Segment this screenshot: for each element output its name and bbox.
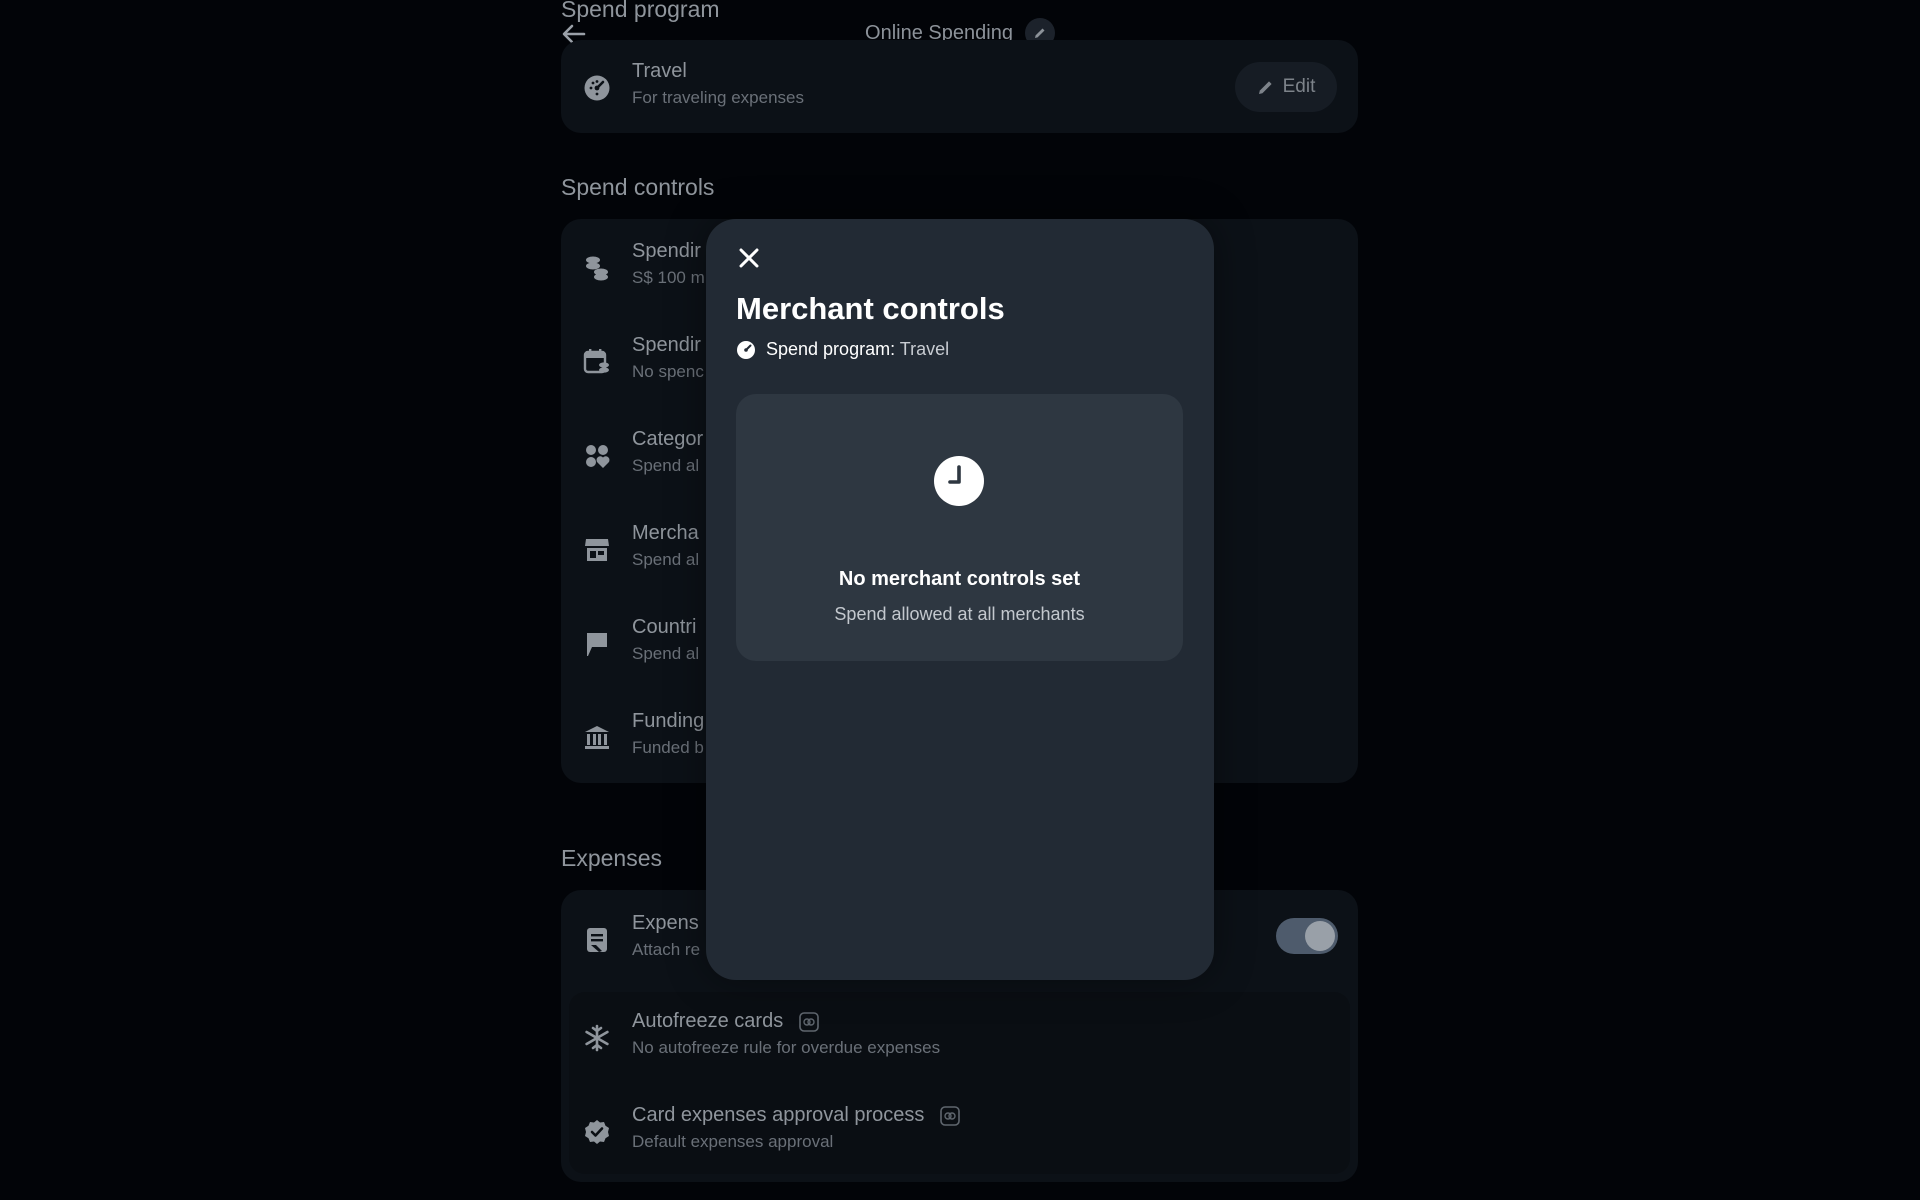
modal-program-line: Spend program: Travel	[736, 339, 949, 360]
empty-state: No merchant controls set Spend allowed a…	[736, 394, 1183, 661]
control-subtitle: Spend al	[632, 644, 700, 663]
spend-controls-heading: Spend controls	[561, 174, 715, 200]
control-subtitle: Funded b	[632, 738, 704, 757]
control-title: Spendir	[632, 240, 701, 262]
approval-title: Card expenses approval process	[632, 1104, 960, 1127]
program-label: Spend program:	[766, 339, 896, 359]
expenses-heading: Expenses	[561, 845, 663, 871]
spend-program-card: Travel For traveling expenses Edit	[561, 40, 1358, 133]
receipt-icon	[581, 924, 613, 956]
control-title: Countri	[632, 616, 697, 638]
merchant-controls-modal: Merchant controls Spend program: Travel …	[706, 219, 1214, 980]
approval-row[interactable]: Card expenses approval process Default e…	[569, 1102, 1350, 1162]
program-subtitle: For traveling expenses	[632, 88, 804, 107]
coins-icon	[581, 252, 613, 284]
autofreeze-row[interactable]: Autofreeze cards No autofreeze rule for …	[569, 1008, 1350, 1068]
edit-program-button[interactable]: Edit	[1235, 62, 1337, 112]
approval-label: Card expenses approval process	[632, 1104, 925, 1126]
bank-icon	[581, 722, 613, 754]
linked-settings: Autofreeze cards No autofreeze rule for …	[569, 992, 1350, 1174]
program-value: Travel	[899, 339, 950, 359]
control-title: Categor	[632, 428, 704, 450]
control-subtitle: S$ 100 m	[632, 268, 705, 287]
clock-icon	[934, 456, 984, 506]
verified-badge-icon	[581, 1116, 613, 1148]
speedometer-icon	[581, 72, 613, 104]
pencil-icon	[1034, 28, 1045, 38]
modal-title: Merchant controls	[736, 291, 1005, 326]
empty-state-subtitle: Spend allowed at all merchants	[834, 604, 1085, 624]
program-title: Travel	[632, 60, 687, 82]
autofreeze-label: Autofreeze cards	[632, 1010, 784, 1032]
close-icon	[739, 248, 759, 268]
edit-button-label: Edit	[1282, 76, 1316, 97]
expense-title: Expens	[632, 912, 699, 934]
control-subtitle: Spend al	[632, 456, 700, 475]
control-subtitle: No spenc	[632, 362, 704, 381]
empty-state-title: No merchant controls set	[838, 568, 1081, 590]
control-title: Spendir	[632, 334, 701, 356]
spend-program-page: Online Spending Spend program Travel For…	[0, 0, 1920, 1200]
link-icon	[940, 1105, 960, 1126]
expense-subtitle: Attach re	[632, 940, 701, 959]
control-title: Mercha	[632, 522, 699, 544]
autofreeze-subtitle: No autofreeze rule for overdue expenses	[632, 1038, 941, 1057]
store-icon	[581, 534, 613, 566]
close-button[interactable]	[734, 243, 764, 273]
approval-subtitle: Default expenses approval	[632, 1132, 834, 1151]
toggle-knob	[1305, 921, 1335, 951]
snowflake-icon	[581, 1022, 613, 1054]
calendar-coins-icon	[581, 346, 613, 378]
categories-icon	[581, 440, 613, 472]
speedometer-icon	[737, 340, 755, 359]
expense-toggle[interactable]	[1276, 918, 1338, 954]
pencil-icon	[1258, 81, 1272, 94]
control-subtitle: Spend al	[632, 550, 700, 569]
spend-program-heading: Spend program	[561, 0, 720, 22]
flag-icon	[581, 628, 613, 660]
control-title: Funding	[632, 710, 705, 732]
link-icon	[798, 1011, 819, 1032]
autofreeze-title: Autofreeze cards	[632, 1010, 819, 1033]
